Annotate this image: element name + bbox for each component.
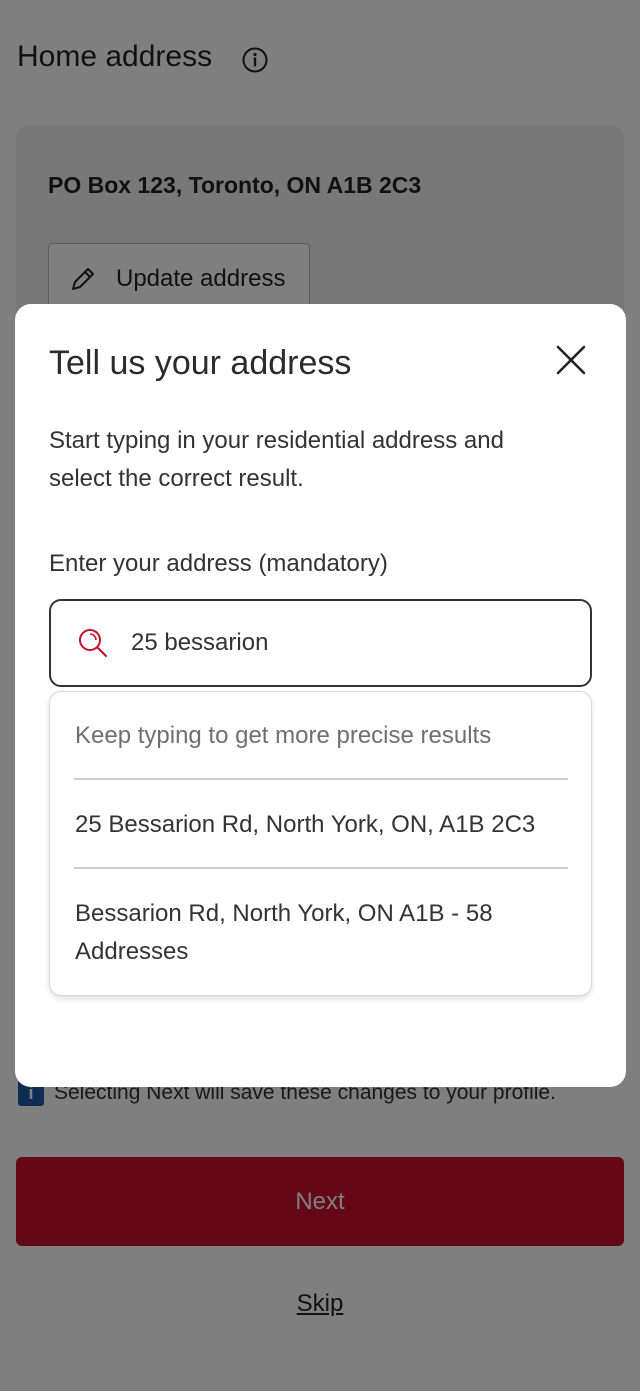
address-search-field[interactable] (49, 599, 592, 687)
address-search-input[interactable] (131, 629, 571, 657)
close-icon (556, 345, 586, 375)
result-option-2[interactable]: Bessarion Rd, North York, ON A1B - 58 Ad… (75, 895, 545, 971)
results-hint: Keep typing to get more precise results (75, 722, 492, 749)
address-modal: Tell us your address Start typing in you… (15, 304, 626, 1087)
address-results-dropdown: Keep typing to get more precise results … (49, 691, 592, 996)
results-divider (74, 778, 568, 780)
close-button[interactable] (551, 340, 591, 380)
modal-title: Tell us your address (49, 344, 352, 382)
address-field-label: Enter your address (mandatory) (49, 550, 388, 577)
modal-description: Start typing in your residential address… (49, 427, 504, 492)
results-divider (74, 867, 568, 869)
result-option-1[interactable]: 25 Bessarion Rd, North York, ON, A1B 2C3 (75, 806, 545, 844)
search-icon (79, 629, 108, 658)
